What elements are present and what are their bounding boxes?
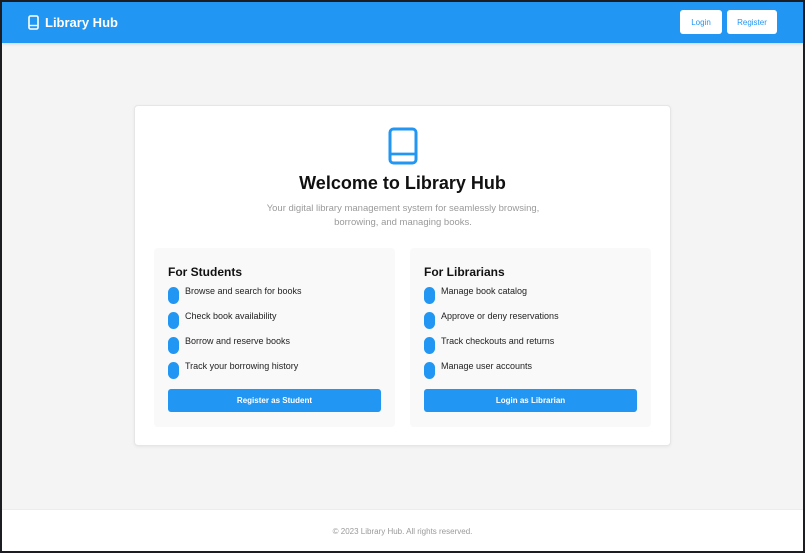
brand[interactable]: Library Hub: [28, 13, 118, 31]
list-item-text: Browse and search for books: [185, 286, 302, 296]
list-item: Manage book catalog: [424, 285, 639, 310]
students-panel: For Students Browse and search for books…: [154, 248, 395, 427]
login-button[interactable]: Login: [680, 10, 722, 34]
librarians-panel: For Librarians Manage book catalog Appro…: [410, 248, 651, 427]
footer-copyright: © 2023 Library Hub. All rights reserved.: [332, 527, 473, 536]
bullet-icon: [424, 337, 435, 354]
list-item-text: Manage user accounts: [441, 361, 533, 371]
page-title: Welcome to Library Hub: [299, 173, 506, 193]
bullet-icon: [168, 362, 179, 379]
students-feature-list: Browse and search for books Check book a…: [168, 285, 383, 385]
list-item-text: Track checkouts and returns: [441, 336, 555, 346]
register-button[interactable]: Register: [727, 10, 777, 34]
bullet-icon: [424, 287, 435, 304]
list-item: Track checkouts and returns: [424, 335, 639, 360]
bullet-icon: [168, 337, 179, 354]
list-item-text: Approve or deny reservations: [441, 311, 559, 321]
list-item: Approve or deny reservations: [424, 310, 639, 335]
register-student-button[interactable]: Register as Student: [168, 389, 381, 412]
page-subtitle: Your digital library management system f…: [266, 203, 540, 228]
book-icon: [28, 14, 39, 30]
bullet-icon: [424, 362, 435, 379]
librarians-feature-list: Manage book catalog Approve or deny rese…: [424, 285, 639, 385]
list-item: Check book availability: [168, 310, 383, 335]
login-librarian-button[interactable]: Login as Librarian: [424, 389, 637, 412]
list-item-text: Manage book catalog: [441, 286, 528, 296]
app-window: Library Hub Login Register Welcome to Li…: [2, 2, 803, 551]
welcome-card: Welcome to Library Hub Your digital libr…: [134, 105, 671, 446]
list-item-text: Track your borrowing history: [185, 361, 299, 371]
list-item: Browse and search for books: [168, 285, 383, 310]
bullet-icon: [168, 287, 179, 304]
librarians-panel-title: For Librarians: [424, 265, 505, 279]
students-panel-title: For Students: [168, 265, 242, 279]
footer: © 2023 Library Hub. All rights reserved.: [2, 509, 803, 551]
top-navbar: Library Hub Login Register: [2, 2, 803, 43]
bullet-icon: [424, 312, 435, 329]
book-icon: [387, 126, 419, 171]
list-item-text: Borrow and reserve books: [185, 336, 291, 346]
list-item: Track your borrowing history: [168, 360, 383, 385]
brand-name: Library Hub: [45, 14, 118, 30]
list-item: Manage user accounts: [424, 360, 639, 385]
bullet-icon: [168, 312, 179, 329]
list-item-text: Check book availability: [185, 311, 277, 321]
list-item: Borrow and reserve books: [168, 335, 383, 360]
